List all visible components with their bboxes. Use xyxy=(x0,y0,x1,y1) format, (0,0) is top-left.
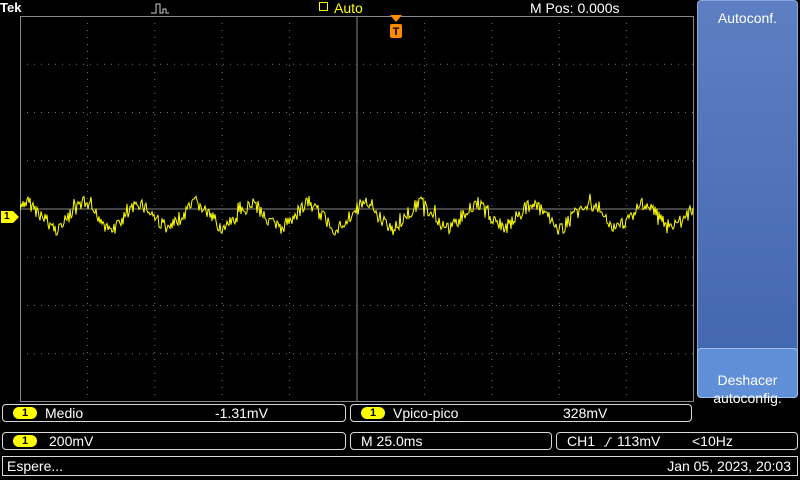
timebase-value: M 25.0ms xyxy=(361,433,423,449)
brand-logo: Tek xyxy=(0,0,22,15)
ch1-ground-marker-icon[interactable] xyxy=(0,210,20,224)
undo-label-line2: autoconfig. xyxy=(713,390,782,406)
svg-text:T: T xyxy=(393,26,400,38)
date-time: Jan 05, 2023, 20:03 xyxy=(667,458,791,474)
measurement-value: -1.31mV xyxy=(215,405,268,421)
trigger-source: CH1 xyxy=(567,433,596,449)
rising-edge-icon xyxy=(604,437,612,447)
ch1-ground-marker-label: 1 xyxy=(4,211,10,222)
side-menu: Autoconf. Deshacer autoconfig. xyxy=(695,0,800,406)
horizontal-position: M Pos: 0.000s xyxy=(530,0,620,16)
readout-channel-badge: 1 xyxy=(13,435,37,447)
status-message: Espere... xyxy=(7,458,64,474)
measurement-label: Vpico-pico xyxy=(393,405,459,421)
measurement-channel-badge: 1 xyxy=(13,407,37,419)
frequency-readout: <10Hz xyxy=(692,433,733,449)
autoconf-button[interactable]: Autoconf. xyxy=(697,0,798,398)
ch1-vertical-readout[interactable]: 1 200mV xyxy=(2,432,346,450)
undo-autoconfig-button[interactable]: Deshacer autoconfig. xyxy=(697,348,798,406)
trigger-level: 113mV xyxy=(617,433,661,449)
acquisition-pulse-icon xyxy=(151,3,169,14)
measurement-vpp[interactable]: 1 Vpico-pico 328mV xyxy=(350,404,692,422)
measurement-value: 328mV xyxy=(563,405,608,421)
volts-per-div: 200mV xyxy=(49,433,94,449)
measurement-channel-badge: 1 xyxy=(361,407,385,419)
timebase-readout[interactable]: M 25.0ms xyxy=(350,432,552,450)
trigger-position-marker-icon[interactable]: T xyxy=(389,14,403,42)
trigger-readout[interactable]: CH1 113mV <10Hz xyxy=(556,432,798,450)
measurement-label: Medio xyxy=(45,405,84,421)
status-box: Espere... Jan 05, 2023, 20:03 xyxy=(2,456,798,476)
autoconf-label: Autoconf. xyxy=(717,10,778,26)
trigger-status-icon xyxy=(319,2,328,11)
status-bar: Espere... Jan 05, 2023, 20:03 xyxy=(0,456,800,478)
undo-label-line1: Deshacer xyxy=(717,372,778,388)
measurement-mean[interactable]: 1 Medio -1.31mV xyxy=(2,404,346,422)
waveform-graticule[interactable] xyxy=(20,16,694,402)
trigger-mode: Auto xyxy=(334,0,363,16)
